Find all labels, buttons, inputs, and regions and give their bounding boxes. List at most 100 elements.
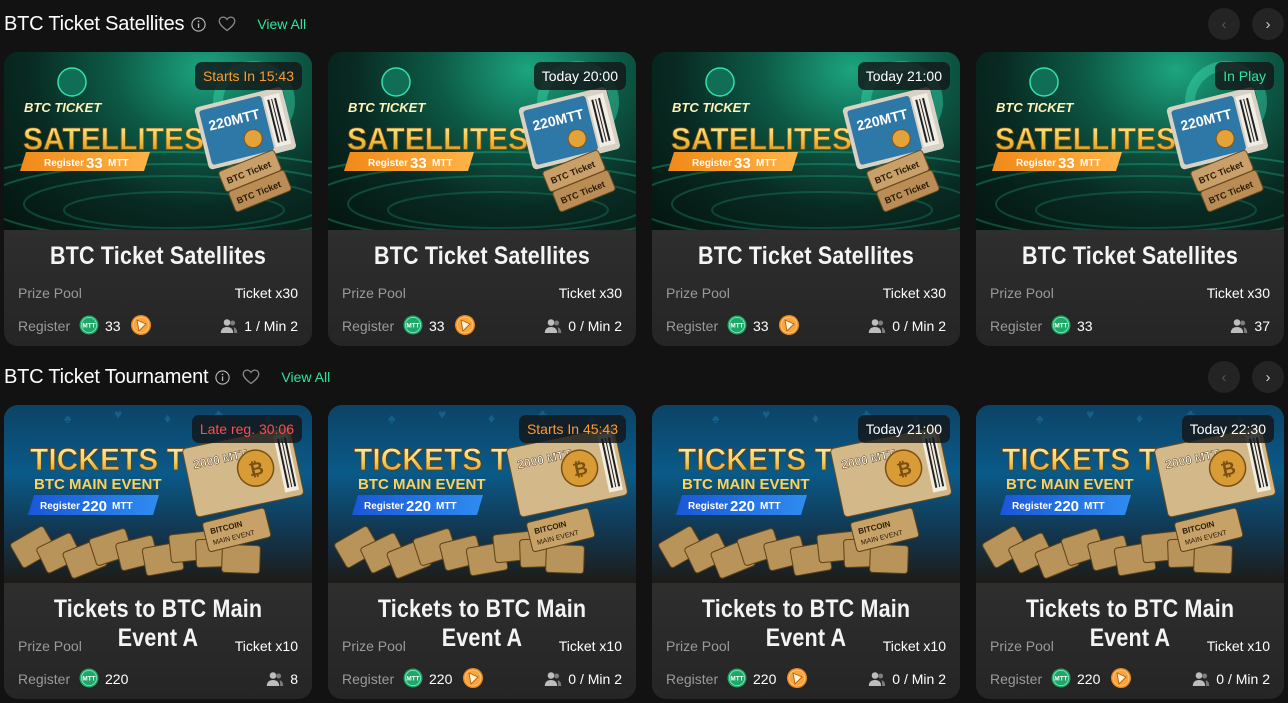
players-count: 1 / Min 2	[244, 318, 298, 334]
register-label: Register	[342, 318, 395, 334]
prize-pool-label: Prize Pool	[666, 285, 730, 301]
players-count: 0 / Min 2	[568, 671, 622, 687]
card-list: ♠♥ ♦♣ ♠ TICKETS TO BTC MAIN EVENT Regist…	[4, 405, 1284, 699]
svg-text:220: 220	[1054, 498, 1079, 515]
card-body: BTC Ticket Satellites Prize Pool Ticket …	[652, 230, 960, 346]
svg-text:TICKETS TO: TICKETS TO	[30, 441, 208, 477]
svg-text:Register: Register	[1012, 501, 1052, 512]
tournament-card[interactable]: BTC TICKET SATELLITES Register 33 MTT 22…	[328, 52, 636, 346]
svg-text:MTT: MTT	[436, 501, 457, 512]
card-banner: ♠♥ ♦♣ ♠ TICKETS TO BTC MAIN EVENT Regist…	[976, 405, 1284, 583]
svg-text:TICKETS TO: TICKETS TO	[354, 441, 532, 477]
register-label: Register	[342, 671, 395, 687]
chevron-left-icon: ‹	[1221, 15, 1227, 33]
chevron-left-icon: ‹	[1221, 368, 1227, 386]
players-count: 8	[290, 671, 298, 687]
svg-text:SATELLITES: SATELLITES	[347, 121, 528, 157]
svg-text:MTT: MTT	[406, 676, 419, 683]
card-banner: BTC TICKET SATELLITES Register 33 MTT 22…	[652, 52, 960, 230]
info-icon[interactable]	[215, 369, 231, 385]
svg-text:Register: Register	[364, 501, 404, 512]
prize-pool-label: Prize Pool	[18, 285, 82, 301]
chevron-right-icon: ›	[1265, 368, 1271, 386]
players-icon	[544, 318, 562, 334]
prize-pool-label: Prize Pool	[18, 638, 82, 654]
section-btc-ticket-tournament: BTC Ticket Tournament View All ‹ › ♠ ♥ ♦ ♣…	[0, 353, 1288, 699]
svg-text:Register: Register	[1016, 158, 1056, 169]
section-header: BTC Ticket Tournament View All ‹ ›	[0, 353, 1288, 401]
svg-text:220: 220	[406, 498, 431, 515]
svg-text:MTT: MTT	[108, 158, 129, 169]
players-count: 37	[1254, 318, 1270, 334]
status-badge: In Play	[1215, 62, 1274, 90]
tournament-card[interactable]: ♠♥ ♦♣ ♠ TICKETS TO BTC MAIN EVENT Regist…	[4, 405, 312, 699]
prize-pool-label: Prize Pool	[342, 285, 406, 301]
tournament-card[interactable]: BTC TICKET SATELLITES Register 33 MTT 22…	[976, 52, 1284, 346]
prize-pool-value: Ticket x10	[882, 638, 946, 654]
card-banner: ♠♥ ♦♣ ♠ TICKETS TO BTC MAIN EVENT Regist…	[652, 405, 960, 583]
players-icon	[868, 318, 886, 334]
svg-text:MTT: MTT	[82, 323, 95, 330]
heart-icon[interactable]	[218, 16, 236, 32]
register-fee: 220	[429, 671, 453, 687]
prize-pool-value: Ticket x10	[234, 638, 298, 654]
prize-pool-label: Prize Pool	[990, 638, 1054, 654]
section-title: BTC Ticket Satellites	[4, 12, 185, 35]
card-banner: BTC TICKET SATELLITES Register 33 MTT 22…	[4, 52, 312, 230]
prize-pool-value: Ticket x10	[1206, 638, 1270, 654]
mtt-coin-icon: MTT	[79, 668, 99, 688]
card-body: Tickets to BTC Main Event A Prize Pool T…	[976, 583, 1284, 699]
mtt-coin-icon: MTT	[79, 315, 99, 335]
heart-icon[interactable]	[242, 369, 260, 385]
prev-button[interactable]: ‹	[1208, 8, 1240, 40]
svg-text:TICKETS TO: TICKETS TO	[1002, 441, 1180, 477]
tournament-card[interactable]: ♠♥ ♦♣ ♠ TICKETS TO BTC MAIN EVENT Regist…	[328, 405, 636, 699]
svg-text:MTT: MTT	[112, 501, 133, 512]
svg-text:♦: ♦	[812, 410, 819, 426]
players-count: 0 / Min 2	[892, 671, 946, 687]
tournament-card[interactable]: ♠♥ ♦♣ ♠ TICKETS TO BTC MAIN EVENT Regist…	[976, 405, 1284, 699]
players-count: 0 / Min 2	[1216, 671, 1270, 687]
register-label: Register	[990, 318, 1043, 334]
svg-text:BTC MAIN EVENT: BTC MAIN EVENT	[34, 476, 162, 493]
section-title: BTC Ticket Tournament	[4, 365, 209, 388]
prize-pool-value: Ticket x30	[1206, 285, 1270, 301]
svg-text:SATELLITES: SATELLITES	[995, 121, 1176, 157]
svg-text:BTC TICKET: BTC TICKET	[996, 100, 1074, 115]
next-button[interactable]: ›	[1252, 8, 1284, 40]
ticket-icon	[778, 314, 800, 336]
planet-icon	[1029, 67, 1059, 97]
ticket-icon	[462, 667, 484, 689]
svg-text:♥: ♥	[438, 406, 446, 422]
info-icon[interactable]	[191, 16, 206, 32]
card-body: Tickets to BTC Main Event A Prize Pool T…	[4, 583, 312, 699]
svg-text:MTT: MTT	[756, 158, 777, 169]
tournament-card[interactable]: ♠♥ ♦♣ ♠ TICKETS TO BTC MAIN EVENT Regist…	[652, 405, 960, 699]
prev-button[interactable]: ‹	[1208, 361, 1240, 393]
view-all-link[interactable]: View All	[257, 16, 306, 32]
svg-text:♠: ♠	[1036, 410, 1044, 426]
svg-text:♠: ♠	[388, 410, 396, 426]
ticket-icon	[1110, 667, 1132, 689]
prize-pool-value: Ticket x10	[558, 638, 622, 654]
planet-icon	[705, 67, 735, 97]
svg-text:♦: ♦	[1136, 410, 1143, 426]
ticket-icon	[130, 314, 152, 336]
status-badge: Starts In 15:43	[194, 62, 302, 90]
tournament-card[interactable]: BTC TICKET SATELLITES Register 33 MTT 22…	[4, 52, 312, 346]
players-icon	[220, 318, 238, 334]
tournament-card[interactable]: BTC TICKET SATELLITES Register 33 MTT 22…	[652, 52, 960, 346]
section-btc-ticket-satellites: BTC Ticket Satellites View All ‹ › BTC T…	[0, 0, 1288, 346]
card-banner: ♠♥ ♦♣ ♠ TICKETS TO BTC MAIN EVENT Regist…	[328, 405, 636, 583]
svg-text:220: 220	[82, 498, 107, 515]
svg-text:♥: ♥	[1086, 406, 1094, 422]
svg-text:MTT: MTT	[82, 676, 95, 683]
section-header: BTC Ticket Satellites View All ‹ ›	[0, 0, 1288, 48]
next-button[interactable]: ›	[1252, 361, 1284, 393]
prize-pool-label: Prize Pool	[990, 285, 1054, 301]
card-banner: ♠♥ ♦♣ ♠ TICKETS TO BTC MAIN EVENT Regist…	[4, 405, 312, 583]
view-all-link[interactable]: View All	[281, 369, 330, 385]
status-badge: Late reg. 30:06	[191, 415, 302, 443]
svg-text:Register: Register	[688, 501, 728, 512]
svg-text:MTT: MTT	[432, 158, 453, 169]
